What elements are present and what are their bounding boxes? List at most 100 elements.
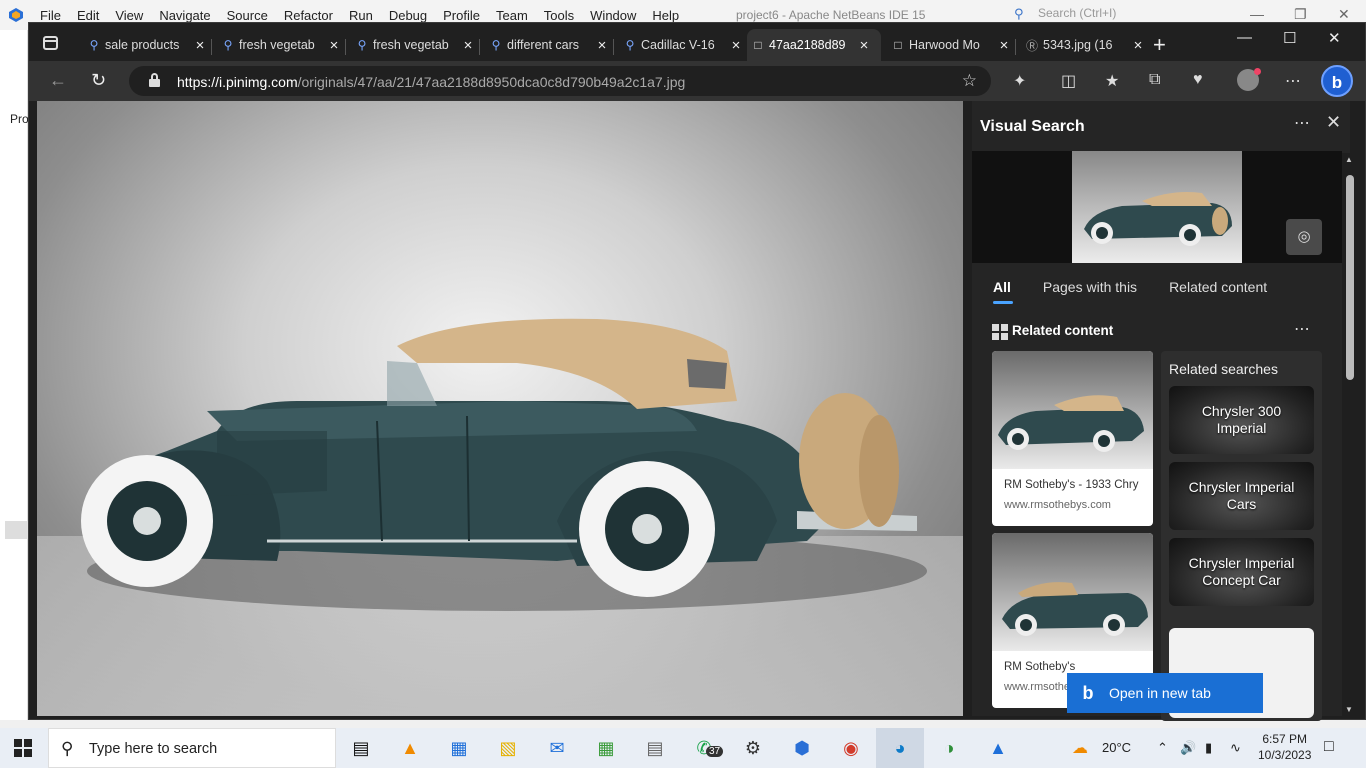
visual-search-lens-icon[interactable]: ◎: [1286, 219, 1322, 255]
tab-related-content[interactable]: Related content: [1169, 279, 1267, 295]
settings-gear-icon[interactable]: ⚙: [740, 736, 766, 760]
taskbar-search-box[interactable]: ⚲ Type here to search: [48, 728, 336, 768]
tab-8[interactable]: Ⓡ 5343.jpg (16 ×: [1021, 29, 1145, 61]
tab-4[interactable]: ⚲ different cars ×: [485, 29, 613, 61]
menu-source[interactable]: Source: [227, 8, 268, 23]
tab-close-icon[interactable]: ×: [1129, 37, 1145, 54]
tab-actions-icon[interactable]: [43, 36, 58, 50]
refresh-icon[interactable]: ↻: [91, 70, 106, 91]
related-card-1[interactable]: RM Sotheby's - 1933 Chry www.rmsothebys.…: [992, 351, 1153, 526]
netbeans-close-icon[interactable]: ✕: [1338, 6, 1350, 23]
netbeans-restore-icon[interactable]: ❐: [1294, 6, 1307, 23]
wifi-icon[interactable]: ∿: [1230, 740, 1241, 756]
scrollbar-thumb[interactable]: [1346, 175, 1354, 380]
menu-help[interactable]: Help: [652, 8, 679, 23]
taskbar-search-placeholder: Type here to search: [89, 741, 218, 757]
settings-more-icon[interactable]: ⋯: [1285, 71, 1301, 91]
file-explorer-icon[interactable]: ▧: [495, 736, 521, 760]
temperature[interactable]: 20°C: [1102, 740, 1131, 755]
edge-icon[interactable]: ◕: [887, 736, 913, 760]
menu-view[interactable]: View: [115, 8, 143, 23]
projects-tab[interactable]: Pro: [10, 112, 29, 126]
address-bar[interactable]: https://i.pinimg.com/originals/47/aa/21/…: [129, 66, 991, 96]
maximize-icon[interactable]: ☐: [1283, 29, 1296, 47]
tab-6-active[interactable]: □ 47aa2188d89 ×: [747, 29, 881, 61]
tab-pages-with-this[interactable]: Pages with this: [1043, 279, 1137, 295]
menu-run[interactable]: Run: [349, 8, 373, 23]
netbeans-minimize-icon[interactable]: —: [1250, 6, 1264, 22]
collections-icon[interactable]: ⧉: [1149, 71, 1160, 89]
open-in-new-tab-label: Open in new tab: [1109, 685, 1211, 701]
photos-icon[interactable]: ▲: [985, 736, 1011, 760]
tab-7[interactable]: □ Harwood Mo ×: [887, 29, 1015, 61]
tab-separator: [479, 39, 480, 55]
menu-refactor[interactable]: Refactor: [284, 8, 333, 23]
extensions-puzzle-icon[interactable]: ✦: [1013, 71, 1026, 91]
tab-close-icon[interactable]: ×: [191, 37, 209, 54]
clock[interactable]: 6:57 PM 10/3/2023: [1258, 731, 1311, 763]
tab-1[interactable]: ⚲ sale products ×: [83, 29, 211, 61]
weather-icon[interactable]: ☁: [1072, 738, 1088, 758]
browser-essentials-icon[interactable]: ♥: [1193, 71, 1203, 89]
vlc-icon[interactable]: ▲: [397, 736, 423, 760]
related-search-item[interactable]: Chrysler Imperial Cars: [1169, 462, 1314, 530]
battery-icon[interactable]: ▮: [1205, 740, 1212, 756]
url-text[interactable]: https://i.pinimg.com/originals/47/aa/21/…: [177, 74, 685, 90]
tab-all[interactable]: All: [993, 279, 1013, 304]
task-view-icon[interactable]: ▤: [348, 736, 374, 760]
store-icon[interactable]: ▦: [446, 736, 472, 760]
tab-close-icon[interactable]: ×: [325, 37, 343, 54]
notifications-icon[interactable]: □: [1324, 738, 1334, 756]
app-icon[interactable]: ▤: [642, 736, 668, 760]
tab-close-icon[interactable]: ×: [995, 37, 1013, 54]
mail-icon[interactable]: ✉: [544, 736, 570, 760]
car-photo: [81, 318, 927, 611]
open-in-new-tab-button[interactable]: b Open in new tab: [1067, 673, 1263, 713]
favorite-star-icon[interactable]: ☆: [962, 71, 977, 91]
menu-file[interactable]: File: [40, 8, 61, 23]
related-search-item[interactable]: Chrysler 300 Imperial: [1169, 386, 1314, 454]
tab-2[interactable]: ⚲ fresh vegetab ×: [217, 29, 345, 61]
menu-team[interactable]: Team: [496, 8, 528, 23]
related-search-item[interactable]: Chrysler Imperial Concept Car: [1169, 538, 1314, 606]
menu-edit[interactable]: Edit: [77, 8, 99, 23]
favorites-icon[interactable]: ★: [1105, 71, 1119, 91]
search-tab-icon: ⚲: [89, 38, 99, 52]
close-panel-icon[interactable]: ✕: [1326, 112, 1341, 133]
menu-tools[interactable]: Tools: [544, 8, 574, 23]
panel-scrollbar[interactable]: ▲ ▼: [1342, 153, 1358, 716]
app-icon[interactable]: ▦: [593, 736, 619, 760]
query-image-thumbnail[interactable]: [1072, 151, 1242, 263]
scroll-down-icon[interactable]: ▼: [1345, 705, 1353, 714]
app-icon[interactable]: ◑: [936, 736, 962, 760]
new-tab-plus-icon[interactable]: +: [1153, 32, 1166, 58]
menu-navigate[interactable]: Navigate: [159, 8, 210, 23]
menu-debug[interactable]: Debug: [389, 8, 427, 23]
tab-close-icon[interactable]: ×: [855, 37, 873, 54]
volume-icon[interactable]: 🔊: [1180, 740, 1196, 756]
tab-3[interactable]: ⚲ fresh vegetab ×: [351, 29, 479, 61]
minimize-icon[interactable]: —: [1237, 29, 1252, 46]
chrome-icon[interactable]: ◉: [838, 736, 864, 760]
bing-copilot-icon[interactable]: b: [1321, 65, 1353, 97]
bing-icon: b: [1082, 682, 1094, 703]
menu-window[interactable]: Window: [590, 8, 636, 23]
menu-profile[interactable]: Profile: [443, 8, 480, 23]
search-tab-icon: ⚲: [223, 38, 233, 52]
tab-close-icon[interactable]: ×: [727, 37, 745, 54]
tray-chevron-up-icon[interactable]: ⌃: [1157, 740, 1168, 756]
split-screen-icon[interactable]: ◫: [1061, 71, 1076, 91]
back-arrow-icon[interactable]: ←: [49, 70, 67, 91]
profile-avatar[interactable]: [1237, 68, 1261, 91]
windows-start-icon[interactable]: [14, 739, 32, 757]
tab-5[interactable]: ⚲ Cadillac V-16 ×: [619, 29, 747, 61]
tab-label: Harwood Mo: [909, 38, 980, 52]
netbeans-taskbar-icon[interactable]: ⬢: [789, 736, 815, 760]
close-window-icon[interactable]: ✕: [1328, 29, 1341, 47]
tab-close-icon[interactable]: ×: [459, 37, 477, 54]
netbeans-window-title: project6 - Apache NetBeans IDE 15: [736, 8, 926, 22]
scroll-up-icon[interactable]: ▲: [1345, 155, 1353, 164]
related-content-more-icon[interactable]: ⋯: [1294, 319, 1310, 339]
more-options-icon[interactable]: ⋯: [1294, 113, 1311, 133]
tab-close-icon[interactable]: ×: [593, 37, 611, 54]
